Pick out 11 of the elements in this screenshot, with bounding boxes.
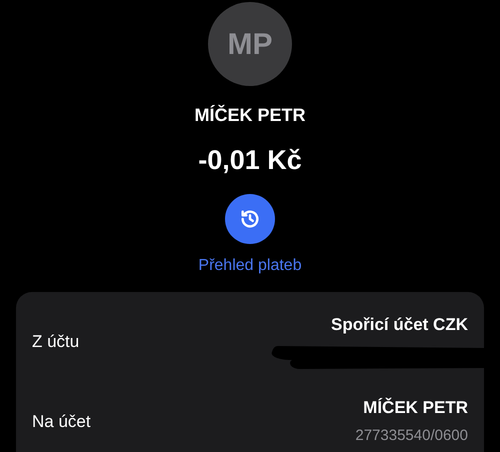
- account-number: 277335540/0600: [355, 426, 468, 446]
- detail-label: Z účtu: [32, 331, 80, 354]
- amount: -0,01 Kč: [198, 144, 302, 176]
- detail-value: MÍČEK PETR: [363, 396, 468, 419]
- avatar: MP: [208, 2, 292, 86]
- payee-name: MÍČEK PETR: [194, 104, 306, 126]
- history-link[interactable]: Přehled plateb: [198, 256, 302, 276]
- detail-value: Spořicí účet CZK: [331, 314, 468, 336]
- history-icon: [239, 208, 261, 230]
- history-button[interactable]: [225, 194, 275, 244]
- detail-label: Na účet: [32, 411, 91, 434]
